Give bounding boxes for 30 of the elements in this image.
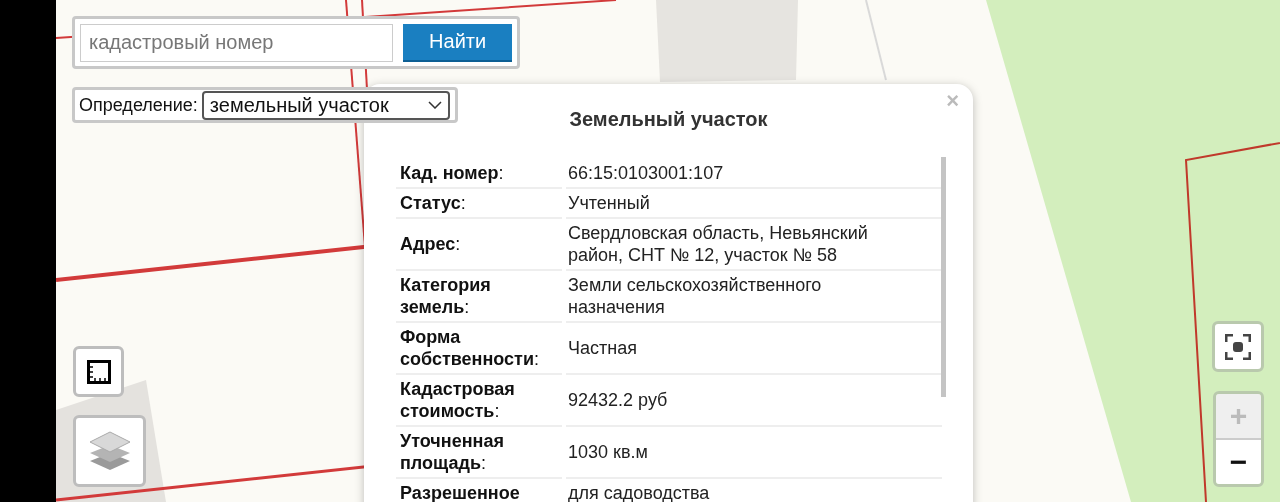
locate-button[interactable] <box>1212 321 1264 372</box>
field-value: Частная <box>568 337 637 359</box>
zoom-out-button[interactable]: − <box>1216 438 1261 484</box>
popup-title: Земельный участок <box>569 108 768 131</box>
layers-button[interactable] <box>73 415 146 487</box>
field-value: Учтенный <box>568 192 650 214</box>
definition-select[interactable]: земельный участок <box>201 90 450 120</box>
focus-icon <box>1225 333 1251 360</box>
field-label: Разрешенное <box>396 479 562 502</box>
search-field[interactable]: кадастровый номер <box>80 23 394 62</box>
field-value: 1030 кв.м <box>568 441 648 463</box>
field-value: 92432.2 руб <box>568 389 668 411</box>
field-label: Категория земель: <box>396 271 562 323</box>
layers-icon <box>88 431 131 471</box>
field-value: 66:15:0103001:107 <box>568 162 724 184</box>
ruler-icon <box>85 358 112 385</box>
definition-label: Определение: <box>79 94 198 116</box>
field-value: для садоводства <box>568 482 710 502</box>
field-value: Свердловская область, Невьянский район, СНТ № 12, участок № 58 <box>568 222 869 266</box>
scrollbar[interactable] <box>941 157 946 397</box>
search-button[interactable]: Найти <box>403 23 512 62</box>
measure-button[interactable] <box>73 346 124 397</box>
field-label: Кадастровая стоимость: <box>396 375 562 427</box>
chevron-down-icon <box>427 101 442 109</box>
field-label: Форма собственности: <box>396 323 562 375</box>
field-label: Уточненная площадь: <box>396 427 562 479</box>
field-label: Статус: <box>396 189 562 219</box>
field-label: Кад. номер: <box>396 159 562 189</box>
field-label: Адрес: <box>396 219 562 271</box>
field-value: Земли сельскохозяйственного назначения <box>568 274 823 318</box>
